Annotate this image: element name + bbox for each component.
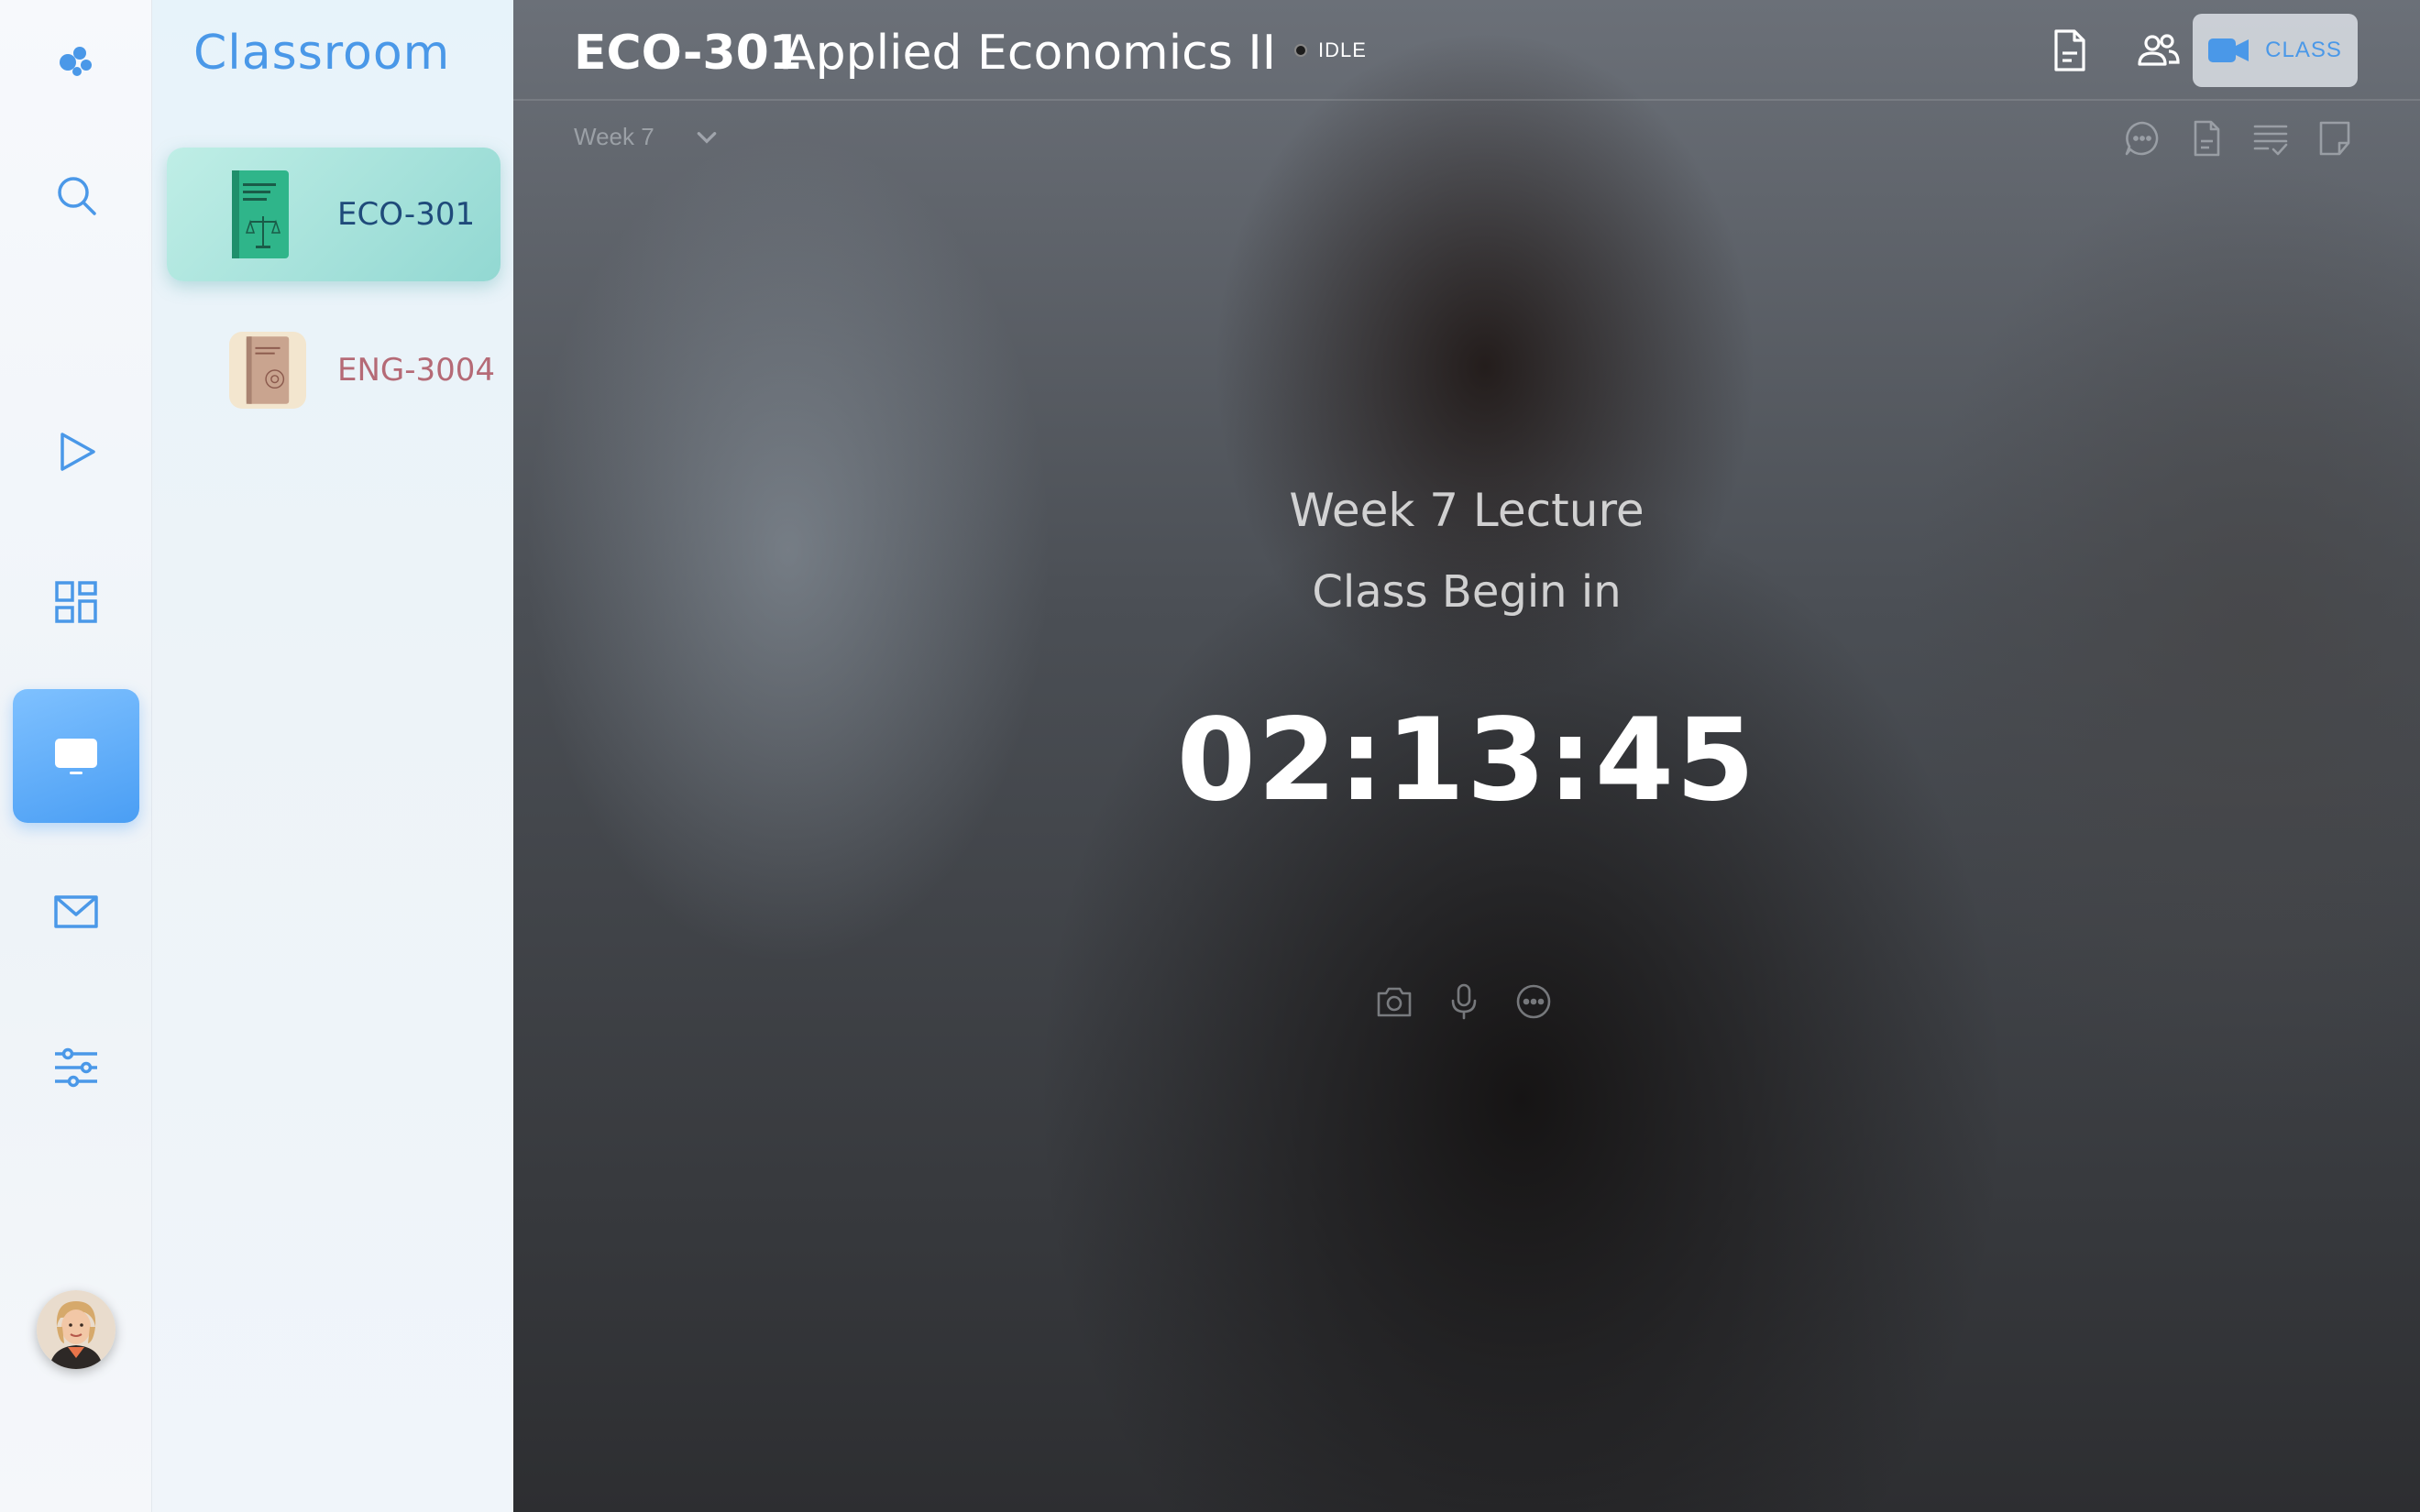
microphone-icon[interactable] — [1445, 982, 1483, 1021]
avatar-image — [37, 1290, 116, 1369]
play-icon — [60, 433, 95, 471]
search-icon — [58, 177, 96, 215]
classroom-icon — [55, 739, 97, 774]
course-code-label: ENG-3004 — [337, 352, 496, 389]
week-selector[interactable]: Week 7 — [574, 123, 719, 151]
status-dot — [1294, 44, 1307, 57]
course-item-eng-3004[interactable]: ENG-3004 — [167, 303, 500, 437]
course-code-label: ECO-301 — [337, 196, 476, 233]
course-name-title: Applied Economics II — [783, 26, 1277, 81]
chat-icon[interactable] — [2123, 119, 2162, 158]
rail-mail-button[interactable] — [13, 845, 139, 979]
week-label: Week 7 — [574, 123, 654, 150]
document-icon[interactable] — [2046, 27, 2092, 73]
notes-document-icon[interactable] — [2187, 119, 2226, 158]
participants-icon[interactable] — [2136, 27, 2182, 73]
nav-rail — [0, 0, 152, 1512]
book-cover-image — [222, 169, 299, 260]
lecture-subtitle: Class Begin in — [1312, 566, 1622, 618]
stage-header: ECO-301 Applied Economics II IDLE CLASS — [513, 0, 2420, 101]
course-code-title: ECO-301 — [574, 26, 802, 81]
camera-icon[interactable] — [1375, 982, 1414, 1021]
class-stage: ECO-301 Applied Economics II IDLE CLASS … — [513, 0, 2420, 1512]
mail-icon — [54, 895, 98, 928]
logo-icon — [60, 47, 92, 76]
more-options-icon[interactable] — [1514, 982, 1553, 1021]
class-button[interactable]: CLASS — [2193, 14, 2358, 87]
checklist-icon[interactable] — [2251, 119, 2290, 158]
user-avatar[interactable] — [37, 1290, 116, 1369]
course-item-eco-301[interactable]: ECO-301 — [167, 148, 500, 281]
status-text: IDLE — [1318, 38, 1367, 61]
rail-dashboard-button[interactable] — [13, 535, 139, 669]
app-logo[interactable] — [13, 0, 139, 126]
video-camera-icon — [2208, 38, 2250, 62]
sticky-note-icon[interactable] — [2316, 119, 2354, 158]
class-button-label: CLASS — [2265, 38, 2342, 62]
book-cover-image — [229, 332, 306, 409]
chevron-down-icon — [697, 131, 716, 144]
rail-play-button[interactable] — [13, 385, 139, 519]
status-indicator: IDLE — [1294, 38, 1367, 62]
course-list-panel: Classroom ECO-301 ENG-3004 — [152, 0, 513, 1512]
rail-classroom-button[interactable] — [13, 689, 139, 823]
dashboard-icon — [55, 581, 97, 623]
lecture-title: Week 7 Lecture — [1289, 484, 1644, 537]
rail-search-button[interactable] — [13, 128, 139, 262]
rail-settings-button[interactable] — [13, 1001, 139, 1134]
countdown-timer: 02:13:45 — [1176, 695, 1757, 827]
panel-title: Classroom — [193, 26, 451, 81]
media-controls — [1375, 982, 1553, 1021]
settings-sliders-icon — [55, 1047, 97, 1088]
